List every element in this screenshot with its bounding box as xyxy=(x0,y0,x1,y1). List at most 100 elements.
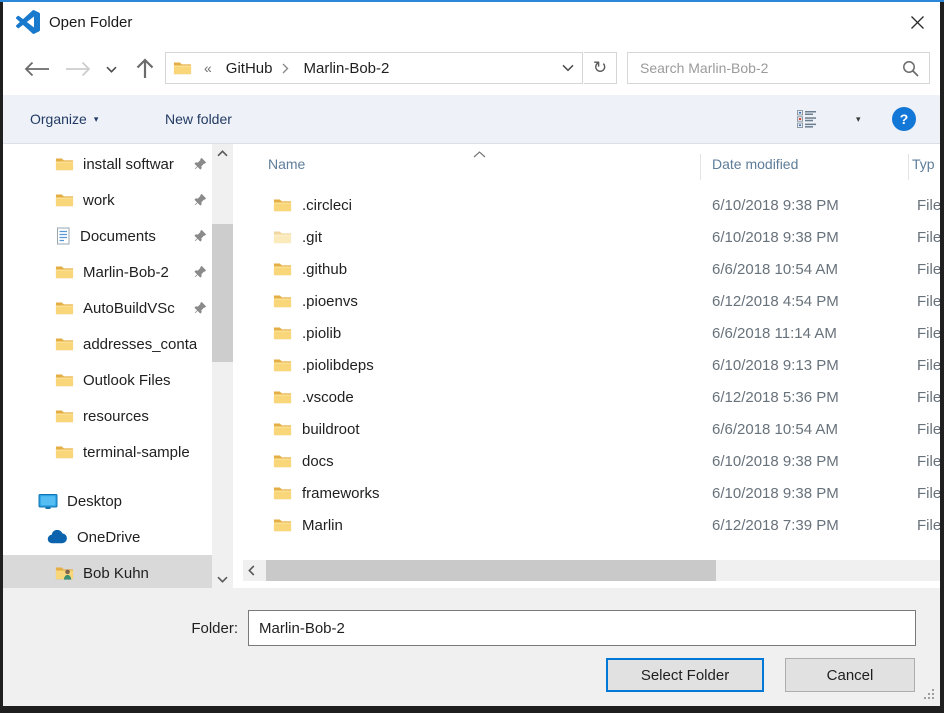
file-date-modified: 6/12/2018 5:36 PM xyxy=(712,389,839,406)
file-type: File xyxy=(917,261,940,278)
sidebar-item-label: OneDrive xyxy=(77,529,140,546)
scrollbar-thumb[interactable] xyxy=(266,560,716,581)
sidebar-item-work[interactable]: work xyxy=(3,182,212,218)
sidebar-item-label: install softwar xyxy=(83,156,174,173)
sidebar-item-install-softwar[interactable]: install softwar xyxy=(3,146,212,182)
file-name: Marlin xyxy=(302,517,343,534)
file-type: File xyxy=(917,389,940,406)
folder-icon xyxy=(273,421,292,437)
breadcrumb-separator-icon xyxy=(282,63,289,74)
close-button[interactable] xyxy=(902,7,932,37)
new-folder-button[interactable]: New folder xyxy=(159,95,238,143)
breadcrumb-item-github[interactable]: GitHub xyxy=(222,58,277,79)
details-view-icon xyxy=(796,109,818,129)
cancel-button[interactable]: Cancel xyxy=(785,658,915,692)
file-name: .vscode xyxy=(302,389,354,406)
sidebar-item-desktop[interactable]: Desktop xyxy=(3,483,212,519)
column-header-type[interactable]: Typ xyxy=(912,156,935,172)
select-folder-button[interactable]: Select Folder xyxy=(606,658,764,692)
file-type: File xyxy=(917,357,940,374)
file-row-buildroot[interactable]: buildroot6/6/2018 10:54 AMFile xyxy=(233,413,940,445)
pin-icon xyxy=(194,157,207,170)
forward-button[interactable] xyxy=(63,60,93,78)
file-date-modified: 6/10/2018 9:13 PM xyxy=(712,357,839,374)
sidebar-item-autobuildvsc[interactable]: AutoBuildVSc xyxy=(3,290,212,326)
folder-icon xyxy=(55,300,74,316)
sidebar-item-addresses-conta[interactable]: addresses_conta xyxy=(3,326,212,362)
refresh-button[interactable]: ↻ xyxy=(584,52,617,84)
view-options-caret-button[interactable]: ▾ xyxy=(850,109,867,129)
organize-label: Organize xyxy=(30,111,87,127)
sidebar-item-bob-kuhn[interactable]: Bob Kuhn xyxy=(3,555,212,588)
refresh-icon: ↻ xyxy=(593,60,607,77)
sort-ascending-icon xyxy=(473,145,486,163)
folder-name-input[interactable] xyxy=(248,610,916,646)
scroll-up-button[interactable] xyxy=(212,144,233,162)
navigation-bar: « GitHub Marlin-Bob-2 ↻ xyxy=(3,42,940,95)
change-view-button[interactable] xyxy=(796,109,818,129)
up-arrow-icon xyxy=(136,58,154,79)
sidebar-item-label: addresses_conta xyxy=(83,336,197,353)
breadcrumb-item-marlin-bob-2[interactable]: Marlin-Bob-2 xyxy=(299,58,393,79)
file-row-piolib[interactable]: .piolib6/6/2018 11:14 AMFile xyxy=(233,317,940,349)
file-row-marlin[interactable]: Marlin6/12/2018 7:39 PMFile xyxy=(233,509,940,541)
sidebar-item-onedrive[interactable]: OneDrive xyxy=(3,519,212,555)
recent-locations-button[interactable] xyxy=(104,65,118,74)
column-header-name[interactable]: Name xyxy=(268,156,305,172)
sidebar-item-documents[interactable]: Documents xyxy=(3,218,212,254)
scroll-down-button[interactable] xyxy=(212,570,233,588)
file-date-modified: 6/10/2018 9:38 PM xyxy=(712,197,839,214)
caret-down-icon: ▾ xyxy=(94,114,99,125)
column-divider[interactable] xyxy=(908,154,909,180)
address-bar[interactable]: « GitHub Marlin-Bob-2 xyxy=(165,52,583,84)
file-row-git[interactable]: .git6/10/2018 9:38 PMFile xyxy=(233,221,940,253)
file-type: File xyxy=(917,229,940,246)
scrollbar-thumb[interactable] xyxy=(212,224,233,362)
search-icon[interactable] xyxy=(902,60,919,77)
file-date-modified: 6/10/2018 9:38 PM xyxy=(712,485,839,502)
file-row-github[interactable]: .github6/6/2018 10:54 AMFile xyxy=(233,253,940,285)
pin-icon xyxy=(194,229,207,242)
file-row-frameworks[interactable]: frameworks 6/10/2018 9:38 PM File xyxy=(233,477,940,509)
sidebar-item-label: terminal-sample xyxy=(83,444,190,461)
window-title: Open Folder xyxy=(49,14,132,31)
chevron-down-icon xyxy=(217,576,228,583)
file-row-vscode[interactable]: .vscode 6/12/2018 5:36 PM File xyxy=(233,381,940,413)
up-button[interactable] xyxy=(133,57,157,79)
sidebar-item-resources[interactable]: resources xyxy=(3,398,212,434)
sidebar-item-outlook-files[interactable]: Outlook Files xyxy=(3,362,212,398)
chevron-up-icon xyxy=(217,150,228,157)
search-input[interactable] xyxy=(628,60,902,76)
command-toolbar: Organize ▾ New folder ▾ ? xyxy=(3,95,940,144)
sidebar-item-label: Bob Kuhn xyxy=(83,565,149,582)
file-name: frameworks xyxy=(302,485,380,502)
column-header-row: Name Date modified Typ xyxy=(233,144,940,189)
help-button[interactable]: ? xyxy=(892,107,916,131)
column-header-date-modified[interactable]: Date modified xyxy=(712,156,798,172)
resize-grip[interactable] xyxy=(923,687,935,705)
address-dropdown-button[interactable] xyxy=(554,53,582,83)
folder-icon xyxy=(273,485,292,501)
file-type: File xyxy=(917,485,940,502)
file-row-pioenvs[interactable]: .pioenvs6/12/2018 4:54 PMFile xyxy=(233,285,940,317)
folder-icon xyxy=(273,357,292,373)
folder-icon xyxy=(273,517,292,533)
chevron-down-icon xyxy=(562,64,574,72)
navigation-pane: install softwar workDocumentsMarlin-Bob-2… xyxy=(3,144,212,588)
file-name: .piolibdeps xyxy=(302,357,374,374)
scroll-left-button[interactable] xyxy=(243,560,259,581)
file-type: File xyxy=(917,293,940,310)
sidebar-scrollbar[interactable] xyxy=(212,144,233,588)
file-row-docs[interactable]: docs6/10/2018 9:38 PMFile xyxy=(233,445,940,477)
back-button[interactable] xyxy=(21,60,51,78)
column-divider[interactable] xyxy=(700,154,701,180)
sidebar-item-marlin-bob-2[interactable]: Marlin-Bob-2 xyxy=(3,254,212,290)
file-row-piolibdeps[interactable]: .piolibdeps 6/10/2018 9:13 PM File xyxy=(233,349,940,381)
breadcrumb-overflow-chevrons[interactable]: « xyxy=(204,60,212,76)
file-type: File xyxy=(917,421,940,438)
organize-button[interactable]: Organize ▾ xyxy=(24,95,104,143)
horizontal-scrollbar[interactable] xyxy=(243,560,940,581)
file-list-area: Name Date modified Typ .circleci6/10/201… xyxy=(233,144,940,588)
sidebar-item-terminal-sample[interactable]: terminal-sample xyxy=(3,434,212,470)
file-row-circleci[interactable]: .circleci6/10/2018 9:38 PMFile xyxy=(233,189,940,221)
